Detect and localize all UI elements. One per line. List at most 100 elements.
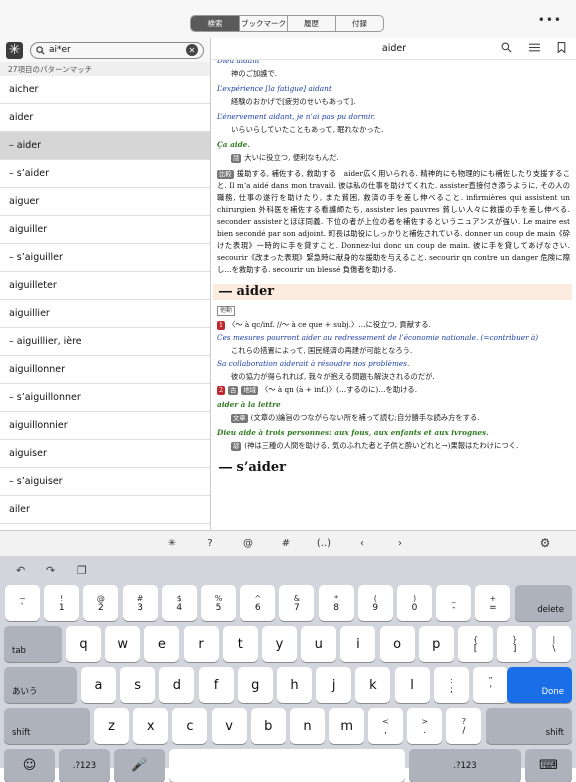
key-u[interactable]: u [301, 626, 337, 662]
tab-bookmarks[interactable]: ブックマーク [239, 16, 287, 31]
key-v[interactable]: v [211, 708, 247, 744]
key-j[interactable]: j [316, 667, 352, 703]
tab-key[interactable]: tab [4, 626, 62, 662]
cursor-right-key[interactable]: › [381, 538, 419, 549]
at-key[interactable]: @ [229, 538, 267, 549]
key-w[interactable]: w [105, 626, 141, 662]
key[interactable]: ”’ [473, 667, 509, 703]
cursor-left-key[interactable]: ‹ [343, 538, 381, 549]
hide-keyboard-icon[interactable]: ⌨ [525, 749, 572, 782]
key-h[interactable]: h [277, 667, 312, 703]
key-p[interactable]: p [418, 626, 454, 662]
numbers-key-right[interactable]: .?123 [409, 749, 521, 782]
key-e[interactable]: e [144, 626, 180, 662]
result-item[interactable]: – s’aiguillonner [0, 384, 210, 412]
key[interactable]: #3 [122, 585, 158, 621]
space-key[interactable] [169, 749, 405, 782]
result-item[interactable]: aiguilleter [0, 272, 210, 300]
kana-key[interactable]: あいう [4, 667, 77, 703]
result-item[interactable]: – s’aiguiser [0, 468, 210, 496]
key[interactable]: >. [407, 708, 443, 744]
emoji-key[interactable]: ☺ [4, 749, 55, 782]
bookmark-icon[interactable] [557, 42, 566, 53]
key-l[interactable]: l [394, 667, 430, 703]
tab-history[interactable]: 履歴 [287, 16, 335, 31]
key[interactable]: {[ [458, 626, 493, 662]
key[interactable]: ? / [446, 708, 482, 744]
key[interactable]: (9 [357, 585, 393, 621]
wildcard-button[interactable]: ✳ [6, 41, 23, 59]
key[interactable]: ^ 6 [240, 585, 276, 621]
key-b[interactable]: b [250, 708, 286, 744]
mic-icon[interactable]: 🎤 [114, 749, 165, 782]
key-k[interactable]: k [355, 667, 391, 703]
subentry-heading[interactable]: ― aider [213, 284, 572, 300]
numbers-key-left[interactable]: .?123 [59, 749, 110, 782]
result-item[interactable]: ailer [0, 496, 210, 524]
key[interactable]: ! 1 [44, 585, 80, 621]
undo-icon[interactable]: ↶ [16, 564, 25, 577]
gear-icon[interactable]: ⚙ [526, 536, 564, 550]
key-z[interactable]: z [94, 708, 129, 744]
list-icon[interactable] [529, 42, 540, 53]
key-shift-char: ! [60, 593, 64, 603]
key-c[interactable]: c [172, 708, 208, 744]
result-item[interactable]: aider [0, 104, 210, 132]
shift-key-left[interactable]: shift [4, 708, 90, 744]
tab-appendix[interactable]: 付録 [335, 16, 383, 31]
result-item[interactable]: – aider [0, 132, 210, 160]
result-item[interactable]: aicher [0, 76, 210, 104]
key-g[interactable]: g [237, 667, 273, 703]
key-m[interactable]: m [329, 708, 365, 744]
redo-icon[interactable]: ↷ [46, 564, 55, 577]
result-item[interactable]: aiguillonnier [0, 412, 210, 440]
result-item[interactable]: aiguiller [0, 216, 210, 244]
key[interactable]: @2 [83, 585, 119, 621]
key[interactable]: ~ ` [5, 585, 40, 621]
key[interactable]: :; [434, 667, 469, 703]
result-item[interactable]: – aiguillier, ière [0, 328, 210, 356]
key[interactable]: + = [475, 585, 511, 621]
wildcard-asterisk-key[interactable]: ✳ [153, 538, 191, 549]
done-key[interactable]: Done [507, 667, 572, 703]
delete-key[interactable]: delete [515, 585, 572, 621]
shift-key-right[interactable]: shift [486, 708, 572, 744]
result-item[interactable]: aiguer [0, 188, 210, 216]
result-item[interactable]: – s’aiguiller [0, 244, 210, 272]
subentry-heading[interactable]: ― s’aider [215, 460, 570, 476]
key-x[interactable]: x [133, 708, 169, 744]
key[interactable]: $4 [161, 585, 197, 621]
paren-key[interactable]: (..) [305, 538, 343, 549]
hash-key[interactable]: # [267, 538, 305, 549]
result-item[interactable]: aiguillier [0, 300, 210, 328]
more-icon[interactable]: ••• [538, 13, 562, 27]
result-item[interactable]: aiguillonner [0, 356, 210, 384]
tab-search[interactable]: 検索 [191, 16, 239, 31]
key[interactable]: _ - [436, 585, 472, 621]
key[interactable]: * 8 [318, 585, 354, 621]
result-item[interactable]: aiguiser [0, 440, 210, 468]
clear-icon[interactable]: ✕ [186, 44, 198, 56]
key-i[interactable]: i [340, 626, 376, 662]
key-a[interactable]: a [81, 667, 116, 703]
paste-icon[interactable]: ❐ [77, 564, 87, 577]
wildcard-question-key[interactable]: ? [191, 538, 229, 549]
key[interactable]: }] [497, 626, 533, 662]
key[interactable]: <, [368, 708, 403, 744]
key-y[interactable]: y [262, 626, 297, 662]
search-input[interactable]: ai*er ✕ [30, 41, 204, 59]
key[interactable]: ) 0 [397, 585, 432, 621]
key[interactable]: & 7 [279, 585, 315, 621]
key[interactable]: | \ [536, 626, 572, 662]
key-q[interactable]: q [66, 626, 101, 662]
key-r[interactable]: r [183, 626, 219, 662]
key-t[interactable]: t [222, 626, 258, 662]
key[interactable]: % 5 [201, 585, 236, 621]
key-d[interactable]: d [159, 667, 195, 703]
key-s[interactable]: s [120, 667, 156, 703]
key-n[interactable]: n [290, 708, 325, 744]
key-f[interactable]: f [198, 667, 234, 703]
search-icon[interactable] [501, 42, 512, 53]
key-o[interactable]: o [379, 626, 415, 662]
result-item[interactable]: – s’aider [0, 160, 210, 188]
